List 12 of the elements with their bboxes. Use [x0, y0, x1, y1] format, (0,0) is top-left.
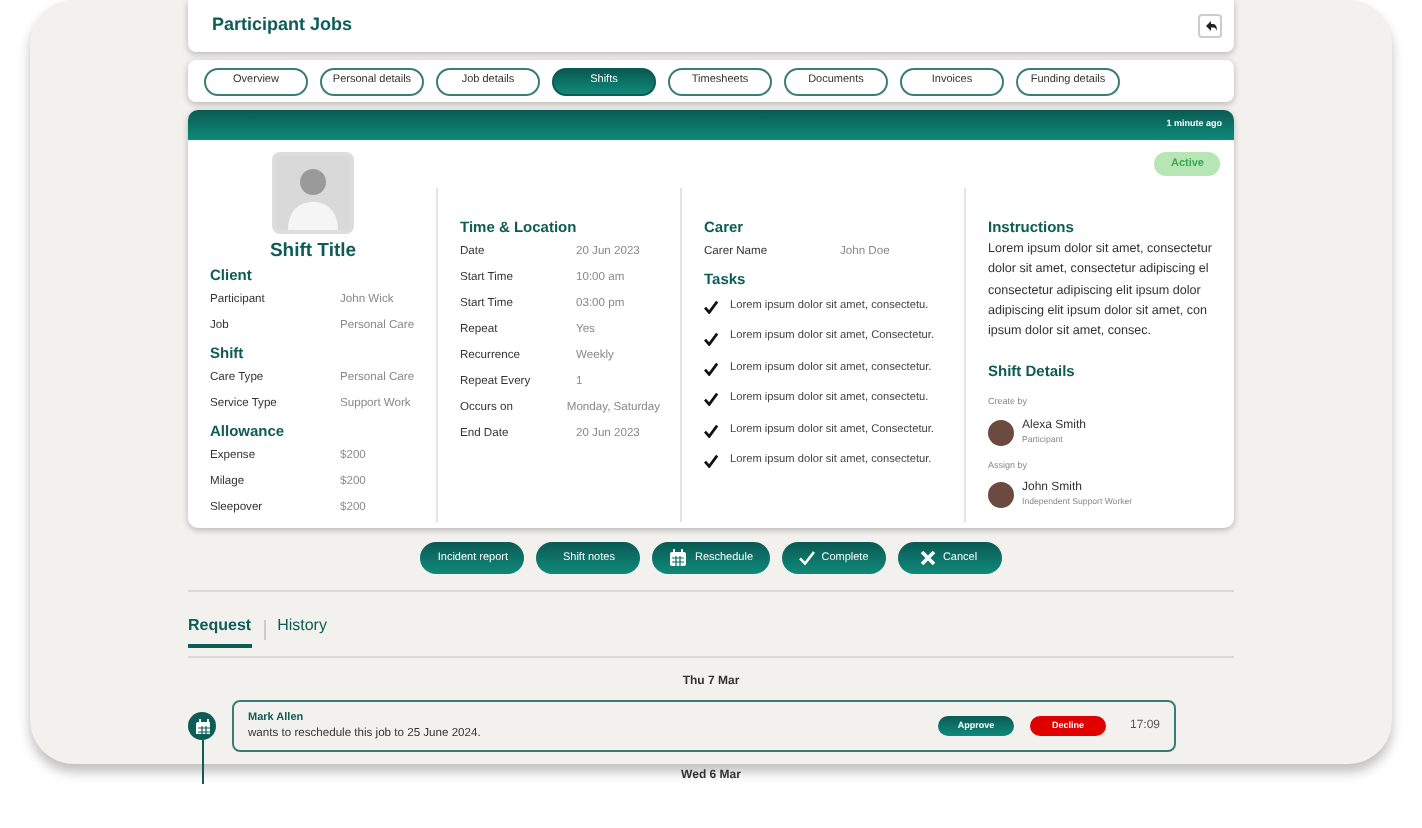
back-arrow-icon [1203, 20, 1217, 32]
checkmark-icon [797, 550, 816, 566]
tab[interactable]: Request [188, 613, 252, 647]
page-title: Participant Jobs [212, 12, 353, 39]
shift-title: Shift Title [267, 240, 359, 262]
back-button[interactable] [1198, 14, 1222, 38]
calendar-icon [668, 548, 689, 568]
close-icon [920, 550, 937, 566]
tab[interactable]: History [277, 613, 327, 647]
avatar [988, 482, 1014, 509]
avatar [988, 419, 1014, 446]
calendar-icon [194, 718, 210, 734]
